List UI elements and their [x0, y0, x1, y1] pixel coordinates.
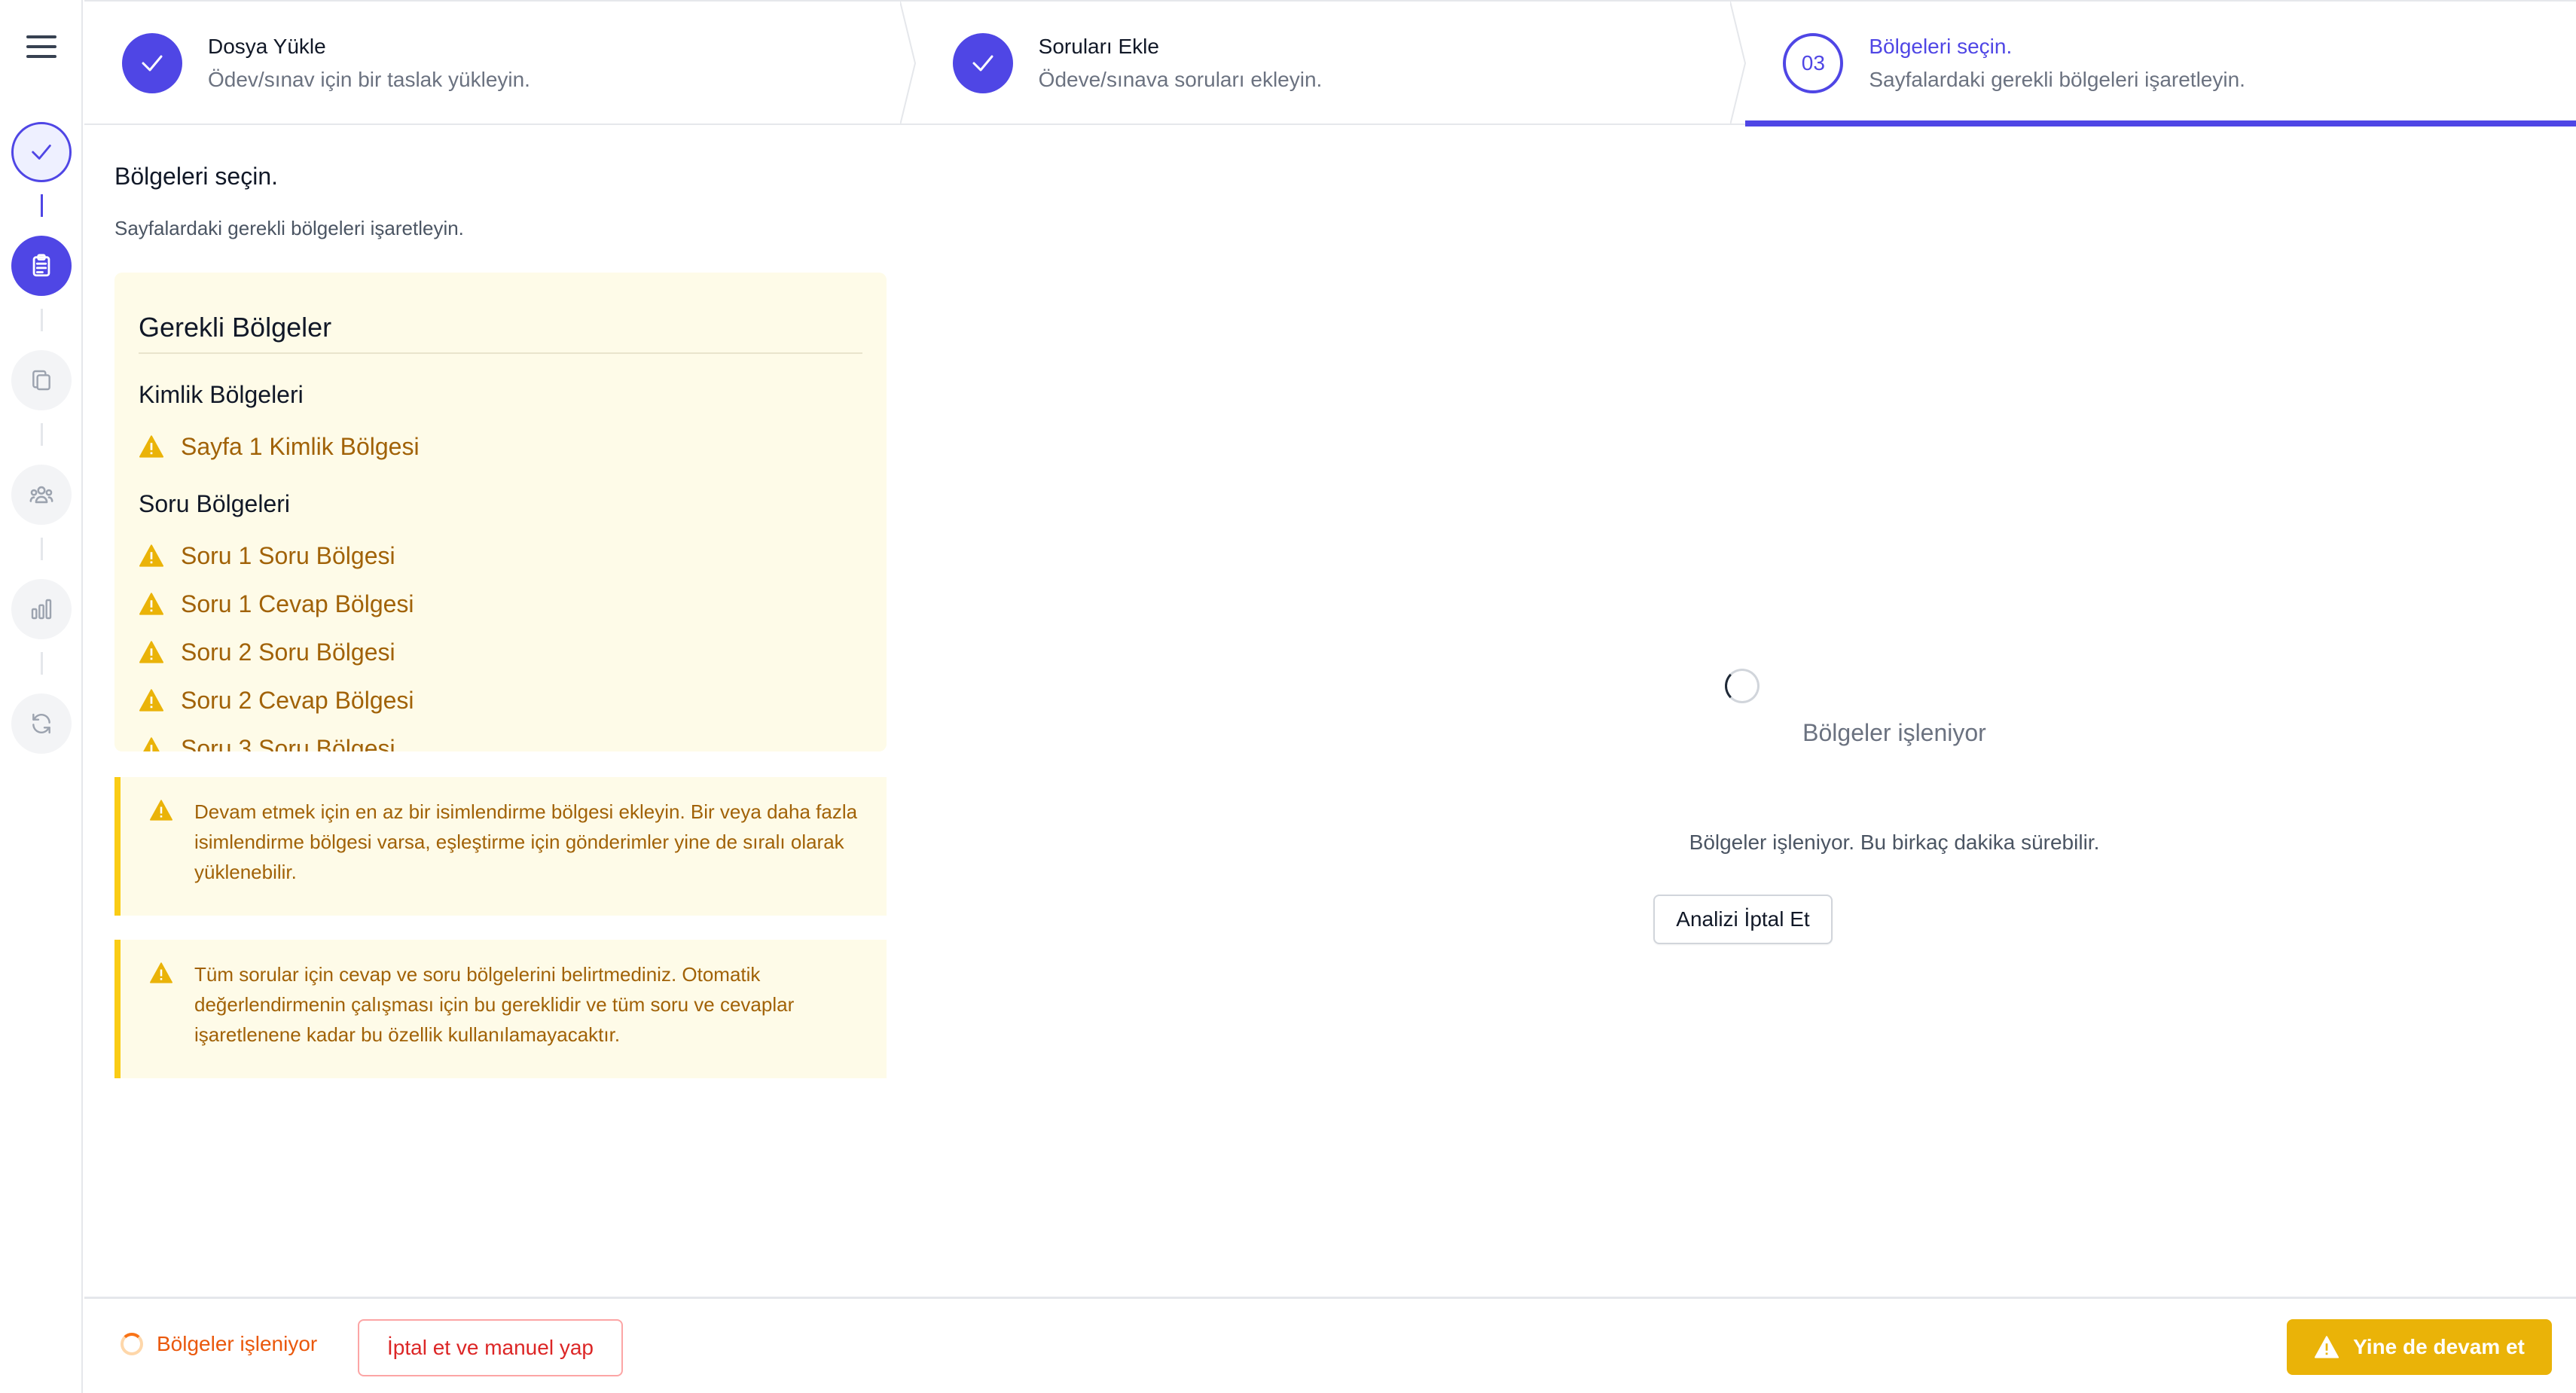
- active-step-indicator: [1745, 120, 2576, 126]
- step-subtitle: Ödev/sınav için bir taslak yükleyin.: [208, 68, 530, 91]
- menu-icon[interactable]: [26, 35, 56, 59]
- bar-chart-icon: [31, 599, 52, 620]
- sidebar-step-regions[interactable]: [11, 350, 72, 410]
- answer-regions-alert: Tüm sorular için cevap ve soru bölgeleri…: [114, 940, 887, 1078]
- question-regions-heading: Soru Bölgeleri: [139, 490, 290, 517]
- region-item-label: Soru 3 Soru Bölgesi: [181, 734, 395, 752]
- page-title: Bölgeleri seçin.: [114, 163, 278, 190]
- identity-regions-heading: Kimlik Bölgeleri: [139, 381, 304, 408]
- warning-icon: [150, 962, 172, 983]
- step-separator: [899, 2, 916, 125]
- step-select-regions[interactable]: 03 Bölgeleri seçin. Sayfalardaki gerekli…: [1745, 2, 2576, 126]
- alert-text: Tüm sorular için cevap ve soru bölgeleri…: [194, 963, 795, 1046]
- required-regions-title: Gerekli Bölgeler: [139, 312, 862, 354]
- footer-bar: Bölgeler işleniyor İptal et ve manuel ya…: [84, 1297, 2576, 1393]
- step-number-badge: 03: [1783, 33, 1844, 93]
- step-title: Soruları Ekle: [1038, 35, 1159, 58]
- step-title: Dosya Yükle: [208, 35, 326, 58]
- continue-anyway-button[interactable]: Yine de devam et: [2287, 1319, 2552, 1375]
- region-item-label: Soru 1 Soru Bölgesi: [181, 541, 395, 569]
- cancel-analysis-button[interactable]: Analizi İptal Et: [1653, 895, 1833, 944]
- naming-region-alert: Devam etmek için en az bir isimlendirme …: [114, 777, 887, 916]
- continue-anyway-label: Yine de devam et: [2353, 1335, 2525, 1358]
- warning-icon: [150, 800, 172, 821]
- copy-icon: [32, 370, 50, 391]
- check-icon: [142, 55, 163, 72]
- sidebar: [0, 0, 83, 1393]
- sidebar-connector: [41, 423, 43, 446]
- step-add-questions[interactable]: Soruları Ekle Ödeve/sınava soruları ekle…: [915, 2, 1747, 125]
- region-item-label: Soru 2 Soru Bölgesi: [181, 638, 395, 666]
- warning-icon: [139, 641, 164, 663]
- sidebar-connector: [41, 309, 43, 331]
- loading-spinner: [1725, 669, 1760, 703]
- warning-icon: [139, 689, 164, 712]
- warning-icon: [139, 544, 164, 567]
- clipboard-icon: [32, 254, 50, 277]
- step-upload-file[interactable]: Dosya Yükle Ödev/sınav için bir taslak y…: [84, 2, 916, 125]
- region-item-label: Sayfa 1 Kimlik Bölgesi: [181, 432, 420, 460]
- region-item-label: Soru 2 Cevap Bölgesi: [181, 686, 414, 714]
- cancel-manual-button[interactable]: İptal et ve manuel yap: [358, 1319, 623, 1376]
- step-subtitle: Ödeve/sınava soruları ekleyin.: [1038, 68, 1323, 91]
- sidebar-step-students[interactable]: [11, 465, 72, 525]
- region-item[interactable]: Soru 2 Soru Bölgesi: [139, 628, 862, 676]
- step-title: Bölgeleri seçin.: [1869, 35, 2013, 58]
- processing-status: Bölgeler işleniyor: [121, 1332, 317, 1356]
- stepper: Dosya Yükle Ödev/sınav için bir taslak y…: [84, 0, 2576, 126]
- processing-description: Bölgeler işleniyor. Bu birkaç dakika sür…: [1689, 831, 2100, 854]
- required-regions-panel[interactable]: Gerekli Bölgeler Kimlik Bölgeleri Sayfa …: [114, 273, 887, 751]
- loading-spinner-icon: [121, 1333, 143, 1355]
- region-item[interactable]: Sayfa 1 Kimlik Bölgesi: [139, 422, 862, 471]
- check-icon: [972, 55, 993, 72]
- sidebar-connector: [41, 538, 43, 560]
- step-done-badge: [952, 33, 1013, 93]
- region-item-label: Soru 1 Cevap Bölgesi: [181, 590, 414, 617]
- users-icon: [29, 486, 53, 504]
- warning-icon: [143, 737, 160, 751]
- warning-icon: [139, 435, 164, 458]
- sidebar-connector: [41, 652, 43, 675]
- region-item[interactable]: Soru 1 Soru Bölgesi: [139, 532, 862, 580]
- warning-icon: [139, 593, 164, 615]
- refresh-icon: [32, 713, 50, 734]
- check-icon: [32, 145, 51, 160]
- step-subtitle: Sayfalardaki gerekli bölgeleri işaretley…: [1869, 68, 2245, 91]
- processing-title: Bölgeler işleniyor: [1802, 719, 1986, 746]
- processing-status-text: Bölgeler işleniyor: [157, 1332, 318, 1355]
- step-done-badge: [122, 33, 182, 93]
- sidebar-step-results[interactable]: [11, 579, 72, 639]
- page-subtitle: Sayfalardaki gerekli bölgeleri işaretley…: [114, 217, 464, 239]
- step-separator: [1730, 2, 1747, 125]
- sidebar-step-upload[interactable]: [11, 122, 72, 182]
- warning-icon: [2315, 1336, 2339, 1358]
- alert-text: Devam etmek için en az bir isimlendirme …: [194, 800, 858, 883]
- region-item[interactable]: Soru 2 Cevap Bölgesi: [139, 676, 862, 724]
- region-item[interactable]: Soru 1 Cevap Bölgesi: [139, 580, 862, 628]
- region-item[interactable]: Soru 3 Soru Bölgesi: [139, 724, 862, 751]
- sidebar-step-questions[interactable]: [11, 236, 72, 296]
- sidebar-connector: [41, 194, 43, 217]
- sidebar-step-sync[interactable]: [11, 693, 72, 754]
